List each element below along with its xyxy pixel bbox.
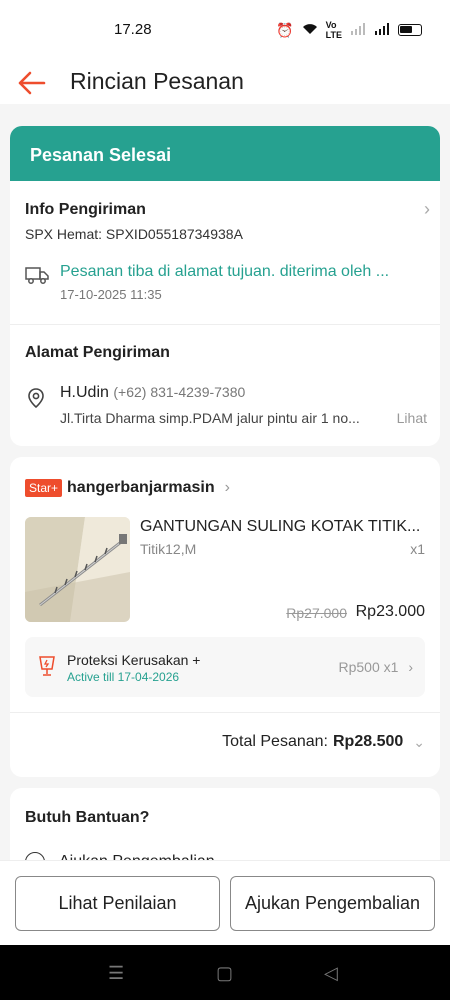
- protection-icon: [39, 656, 55, 676]
- address-title: Alamat Pengiriman: [25, 344, 170, 361]
- home-icon[interactable]: ▢: [216, 963, 233, 984]
- back-icon[interactable]: ◁: [324, 963, 338, 984]
- price-final: Rp23.000: [355, 603, 425, 620]
- price-original: Rp27.000: [286, 605, 347, 621]
- system-nav-bar: ☰ ▢ ◁: [0, 945, 450, 1000]
- status-bar: 17.28 ⏰ Vo LTE: [0, 0, 450, 60]
- signal-icon-2: [374, 22, 390, 38]
- shop-row[interactable]: Star+ hangerbanjarmasin ›: [25, 477, 230, 499]
- order-total-row[interactable]: Total Pesanan: Rp28.500 ⌄: [222, 733, 425, 751]
- tracking-time: 17-10-2025 11:35: [60, 287, 162, 302]
- chevron-right-icon: ›: [224, 479, 230, 496]
- order-status-banner: Pesanan Selesai: [10, 126, 440, 181]
- shipping-address[interactable]: Alamat Pengiriman H.Udin (+62) 831-4239-…: [25, 344, 430, 426]
- battery-icon: [398, 24, 422, 36]
- volte-icon: Vo LTE: [325, 20, 342, 40]
- product-card: Star+ hangerbanjarmasin › GANTUNGAN SULI…: [10, 457, 440, 777]
- chevron-down-icon: ⌄: [413, 733, 425, 750]
- address-view-link[interactable]: Lihat: [397, 410, 427, 426]
- shipping-courier: SPX Hemat: SPXID05518734938A: [25, 226, 243, 242]
- total-label: Total Pesanan:: [222, 733, 328, 750]
- shipping-info[interactable]: Info Pengiriman SPX Hemat: SPXID05518734…: [25, 199, 430, 242]
- location-pin-icon: [28, 388, 44, 409]
- protection-title: Proteksi Kerusakan +: [67, 652, 201, 668]
- view-review-button[interactable]: Lihat Penilaian: [15, 876, 220, 931]
- signal-icon-1: [350, 22, 366, 38]
- truck-icon: [25, 267, 49, 284]
- wifi-icon: [302, 22, 318, 38]
- product-image[interactable]: [25, 517, 130, 622]
- app-header: Rincian Pesanan: [0, 60, 450, 104]
- recipient-phone: (+62) 831-4239-7380: [113, 384, 246, 400]
- divider: [10, 324, 440, 325]
- chevron-right-icon: ›: [408, 659, 413, 675]
- product-variant: Titik12,M: [140, 541, 197, 557]
- protection-active-until: Active till 17-04-2026: [67, 670, 180, 684]
- shop-name: hangerbanjarmasin: [67, 479, 215, 496]
- bottom-action-bar: Lihat Penilaian Ajukan Pengembalian: [0, 860, 450, 945]
- help-title: Butuh Bantuan?: [25, 809, 150, 826]
- damage-protection-row[interactable]: Proteksi Kerusakan + Active till 17-04-2…: [25, 637, 425, 697]
- star-plus-badge: Star+: [25, 479, 63, 497]
- recipient-name: H.Udin (+62) 831-4239-7380: [60, 384, 245, 402]
- request-return-button[interactable]: Ajukan Pengembalian: [230, 876, 435, 931]
- address-line: Jl.Tirta Dharma simp.PDAM jalur pintu ai…: [60, 410, 360, 426]
- total-value: Rp28.500: [333, 733, 404, 750]
- shipping-info-title: Info Pengiriman: [25, 201, 146, 218]
- product-name[interactable]: GANTUNGAN SULING KOTAK TITIK...: [140, 518, 425, 536]
- recipient-name-text: H.Udin: [60, 384, 109, 401]
- protection-price-text: Rp500 x1: [338, 659, 399, 675]
- menu-icon[interactable]: ☰: [108, 963, 124, 984]
- tracking-message: Pesanan tiba di alamat tujuan. diterima …: [60, 263, 390, 280]
- back-arrow-icon[interactable]: [14, 66, 48, 100]
- product-quantity: x1: [410, 541, 425, 557]
- chevron-right-icon: ›: [424, 199, 430, 219]
- status-time: 17.28: [114, 21, 152, 38]
- order-info-card: Pesanan Selesai Info Pengiriman SPX Hema…: [10, 126, 440, 446]
- status-icons: ⏰ Vo LTE: [276, 20, 422, 40]
- alarm-icon: ⏰: [276, 21, 294, 38]
- page-title: Rincian Pesanan: [70, 68, 244, 94]
- divider: [10, 712, 440, 713]
- protection-price: Rp500 x1 ›: [339, 659, 414, 675]
